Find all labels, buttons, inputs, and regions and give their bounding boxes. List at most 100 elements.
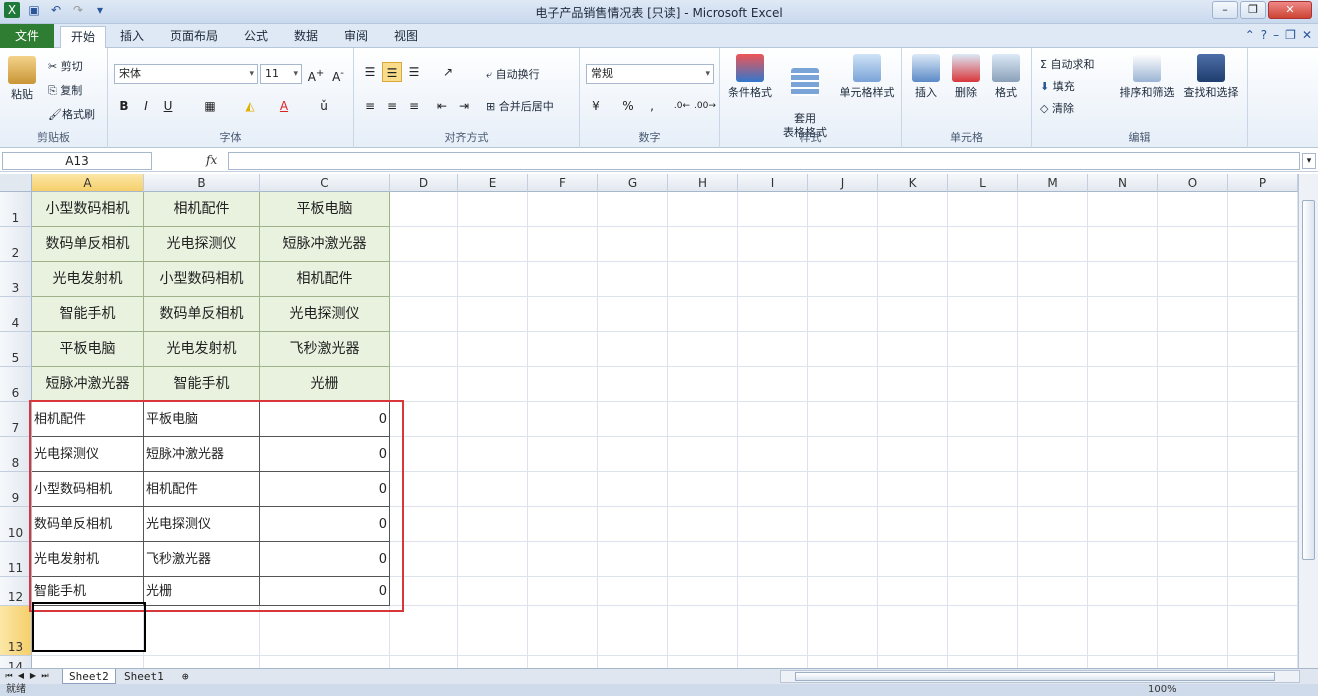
- cell[interactable]: [528, 577, 598, 606]
- cell[interactable]: [458, 542, 528, 577]
- cell[interactable]: [808, 606, 878, 656]
- last-sheet-icon[interactable]: ⏭: [40, 670, 50, 682]
- cell[interactable]: [738, 437, 808, 472]
- workbook-close-icon[interactable]: ✕: [1302, 28, 1312, 42]
- cell[interactable]: [738, 402, 808, 437]
- cell[interactable]: [390, 262, 458, 297]
- cell-c3[interactable]: 相机配件: [260, 262, 390, 297]
- row-header-11[interactable]: 11: [0, 542, 32, 577]
- cell[interactable]: [528, 507, 598, 542]
- cell[interactable]: [808, 656, 878, 668]
- align-right-icon[interactable]: ≡: [404, 96, 424, 116]
- cell[interactable]: [144, 656, 260, 668]
- cell[interactable]: [948, 472, 1018, 507]
- cell[interactable]: [458, 402, 528, 437]
- collapse-ribbon-icon[interactable]: ⌃: [1245, 28, 1255, 42]
- cell[interactable]: [878, 472, 948, 507]
- cell[interactable]: [598, 577, 668, 606]
- cell[interactable]: [1018, 507, 1088, 542]
- cell-b5[interactable]: 光电发射机: [144, 332, 260, 367]
- cell[interactable]: [1018, 297, 1088, 332]
- cell[interactable]: [808, 297, 878, 332]
- horizontal-scroll-thumb[interactable]: [795, 672, 1275, 681]
- prev-sheet-icon[interactable]: ◀: [16, 670, 26, 682]
- cell[interactable]: [878, 297, 948, 332]
- increase-indent-icon[interactable]: ⇥: [454, 96, 474, 116]
- cell[interactable]: [1018, 472, 1088, 507]
- find-select-button[interactable]: 查找和选择: [1180, 54, 1242, 100]
- cell[interactable]: [1158, 437, 1228, 472]
- merge-center-button[interactable]: ⊞ 合并后居中: [486, 98, 554, 114]
- cell[interactable]: [808, 367, 878, 402]
- cell[interactable]: [1088, 262, 1158, 297]
- cell[interactable]: [390, 297, 458, 332]
- cell[interactable]: [458, 656, 528, 668]
- orientation-icon[interactable]: ↗: [438, 62, 458, 82]
- active-cell-a13[interactable]: [32, 602, 146, 652]
- currency-icon[interactable]: ¥: [586, 96, 606, 116]
- align-middle-icon[interactable]: ☰: [382, 62, 402, 82]
- cell[interactable]: [598, 542, 668, 577]
- cell[interactable]: [668, 402, 738, 437]
- cell[interactable]: [948, 437, 1018, 472]
- column-header-i[interactable]: I: [738, 174, 808, 192]
- cell[interactable]: [668, 192, 738, 227]
- cell[interactable]: [1088, 297, 1158, 332]
- cell[interactable]: [1018, 437, 1088, 472]
- font-size-combo[interactable]: 11: [260, 64, 302, 84]
- cell[interactable]: [738, 656, 808, 668]
- cell[interactable]: [528, 437, 598, 472]
- cell-a1[interactable]: 小型数码相机: [32, 192, 144, 227]
- align-bottom-icon[interactable]: ☰: [404, 62, 424, 82]
- cell[interactable]: [1228, 227, 1298, 262]
- cell[interactable]: [390, 332, 458, 367]
- cell[interactable]: [458, 472, 528, 507]
- cell[interactable]: [1088, 227, 1158, 262]
- italic-button[interactable]: I: [136, 96, 156, 116]
- number-format-combo[interactable]: 常规: [586, 64, 714, 84]
- cell[interactable]: [948, 577, 1018, 606]
- vertical-scrollbar[interactable]: [1298, 174, 1318, 668]
- cell[interactable]: [1088, 367, 1158, 402]
- cell[interactable]: [458, 227, 528, 262]
- cell[interactable]: [458, 192, 528, 227]
- cell[interactable]: [598, 507, 668, 542]
- cell[interactable]: [948, 542, 1018, 577]
- cell[interactable]: [668, 542, 738, 577]
- cell[interactable]: [878, 402, 948, 437]
- tab-review[interactable]: 审阅: [334, 26, 378, 48]
- cell[interactable]: [948, 367, 1018, 402]
- font-name-combo[interactable]: 宋体: [114, 64, 258, 84]
- align-center-icon[interactable]: ≡: [382, 96, 402, 116]
- cell[interactable]: [1158, 367, 1228, 402]
- cell[interactable]: [458, 332, 528, 367]
- comma-button[interactable]: ,: [642, 96, 662, 116]
- cell[interactable]: [144, 606, 260, 656]
- column-header-k[interactable]: K: [878, 174, 948, 192]
- column-header-l[interactable]: L: [948, 174, 1018, 192]
- cell[interactable]: [598, 332, 668, 367]
- cell[interactable]: [1158, 507, 1228, 542]
- cell[interactable]: [878, 577, 948, 606]
- cell[interactable]: [1228, 367, 1298, 402]
- cell[interactable]: [668, 227, 738, 262]
- column-header-e[interactable]: E: [458, 174, 528, 192]
- row-header-8[interactable]: 8: [0, 437, 32, 472]
- cell[interactable]: [1018, 542, 1088, 577]
- cell[interactable]: [1088, 472, 1158, 507]
- row-header-5[interactable]: 5: [0, 332, 32, 367]
- cell[interactable]: [598, 437, 668, 472]
- row-header-13[interactable]: 13: [0, 606, 32, 656]
- fill-color-icon[interactable]: ◭: [240, 96, 260, 116]
- cell-a5[interactable]: 平板电脑: [32, 332, 144, 367]
- cell[interactable]: [1228, 472, 1298, 507]
- cell[interactable]: [1158, 402, 1228, 437]
- cell[interactable]: [528, 402, 598, 437]
- cell[interactable]: [458, 297, 528, 332]
- cell[interactable]: [598, 606, 668, 656]
- cell[interactable]: [808, 192, 878, 227]
- format-cells-button[interactable]: 格式: [988, 54, 1024, 100]
- cell-c4[interactable]: 光电探测仪: [260, 297, 390, 332]
- cell[interactable]: [598, 472, 668, 507]
- column-header-g[interactable]: G: [598, 174, 668, 192]
